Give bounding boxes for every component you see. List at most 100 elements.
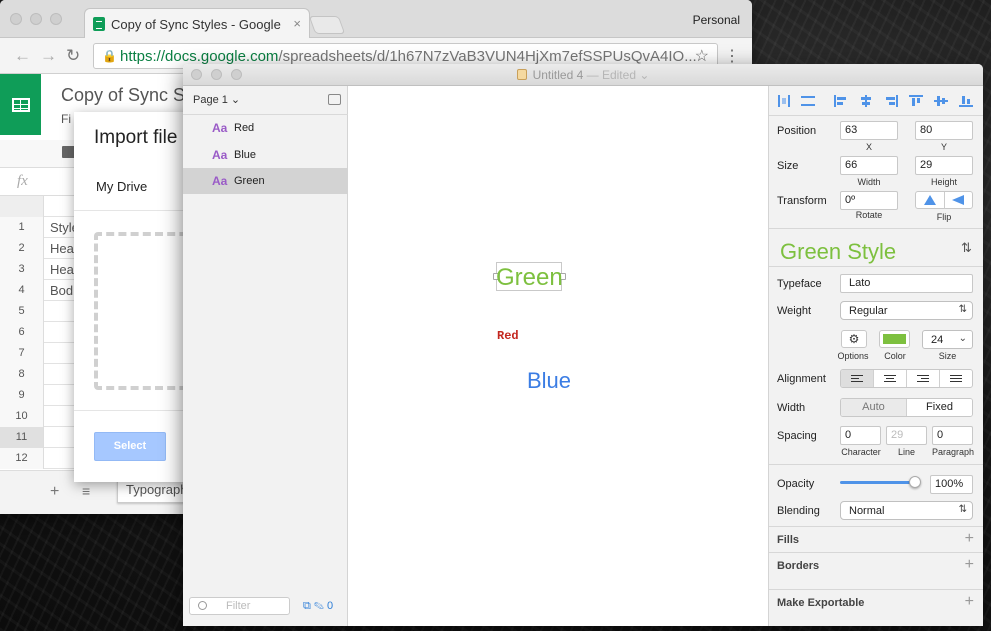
paragraph-spacing-field[interactable]: 0 [932,426,973,445]
flip-horizontal-icon[interactable] [924,195,936,205]
text-options-button[interactable]: ⚙ [841,330,867,348]
width-field[interactable]: 66 [840,156,898,175]
blending-dropdown[interactable]: Normal ⇅ [840,501,973,520]
zoom-window-button[interactable] [50,13,62,25]
character-spacing-field[interactable]: 0 [840,426,881,445]
align-middle-icon[interactable] [934,95,948,107]
typeface-label: Typeface [777,278,822,290]
typeface-field[interactable]: Lato [840,274,973,293]
auto-width-button[interactable]: Auto [841,399,906,416]
flip-label: Flip [936,212,952,222]
add-sheet-icon[interactable]: + [50,483,59,501]
color-well[interactable] [879,330,910,348]
close-window-button[interactable] [10,13,22,25]
row-number[interactable]: 4 [0,280,44,301]
fixed-width-button[interactable]: Fixed [906,399,972,416]
y-label: Y [940,142,947,152]
align-bottom-icon[interactable] [959,95,973,107]
select-button[interactable]: Select [94,432,166,461]
my-drive-tab[interactable]: My Drive [96,179,147,194]
width-mode-control: Auto Fixed [840,398,973,417]
flip-vertical-icon[interactable] [952,195,964,205]
text-align-right-button[interactable] [906,370,939,387]
file-menu[interactable]: Fi [61,112,71,126]
text-align-left-button[interactable] [841,370,873,387]
align-right-icon[interactable] [884,95,898,107]
reload-icon[interactable]: ↻ [66,46,80,66]
opacity-field[interactable]: 100% [930,475,973,494]
forward-arrow-icon[interactable]: → [40,46,57,66]
gear-icon: ⚙ [848,332,860,346]
line-label: Line [897,447,915,457]
height-field[interactable]: 29 [915,156,973,175]
canvas-text-blue[interactable]: Blue [527,368,571,394]
make-exportable-section[interactable]: Make Exportable + [769,589,983,626]
distribute-vertical-icon[interactable] [801,95,815,107]
all-sheets-icon[interactable]: ≡ [82,483,90,499]
row-number[interactable]: 11 [0,427,44,448]
align-top-icon[interactable] [909,95,923,107]
chrome-menu-icon[interactable]: ⋮ [724,46,740,66]
row-number[interactable] [0,196,44,217]
opacity-slider-track[interactable] [840,481,919,484]
borders-section[interactable]: Borders + [769,552,983,578]
layer-item-red[interactable]: Aa Red [183,115,348,141]
row-number[interactable]: 8 [0,364,44,385]
row-number[interactable]: 1 [0,217,44,238]
cell-value[interactable]: Bod [50,283,73,298]
align-center-icon[interactable] [859,95,873,107]
search-icon [198,601,207,610]
blending-label: Blending [777,505,820,517]
text-style-name[interactable]: Green Style [780,239,896,265]
minimize-window-button[interactable] [30,13,42,25]
cell-value[interactable]: Hea [50,241,74,256]
bookmark-star-icon[interactable]: ☆ [695,46,709,66]
new-tab-button[interactable] [308,16,346,34]
layer-item-blue[interactable]: Aa Blue [183,142,348,168]
row-number[interactable]: 5 [0,301,44,322]
distribute-horizontal-icon[interactable] [777,95,791,107]
layer-filter-input[interactable]: Filter [189,597,290,615]
row-number[interactable]: 9 [0,385,44,406]
y-field[interactable]: 80 [915,121,973,140]
row-number[interactable]: 12 [0,448,44,469]
justify-icon [950,375,962,384]
opacity-slider-handle[interactable] [909,476,921,488]
layer-item-green[interactable]: Aa Green [183,168,348,194]
add-export-icon: + [964,593,974,610]
profile-name[interactable]: Personal [693,13,740,27]
layer-options-icons[interactable]: ⧉ ✎ 0 [303,600,333,613]
x-field[interactable]: 63 [840,121,898,140]
tab-title: Copy of Sync Styles - Google S [111,17,283,32]
fills-section[interactable]: Fills + [769,526,983,552]
cell-value[interactable]: Hea [50,262,74,277]
browser-tab-sync-styles[interactable]: Copy of Sync Styles - Google S × [84,8,310,39]
canvas-text-red[interactable]: Red [497,329,519,343]
row-number[interactable]: 2 [0,238,44,259]
font-size-field[interactable]: 24 ⌄ [922,330,973,349]
tab-close-icon[interactable]: × [293,16,301,31]
align-left-icon[interactable] [834,95,848,107]
rotate-field[interactable]: 0º [840,191,898,210]
text-justify-button[interactable] [939,370,972,387]
text-layer-icon: Aa [212,148,228,162]
lock-icon: 🔒 [102,49,117,63]
back-arrow-icon[interactable]: ← [14,46,31,66]
color-label: Color [884,351,906,361]
row-number[interactable]: 10 [0,406,44,427]
row-number[interactable]: 6 [0,322,44,343]
artboard-canvas[interactable]: Green Red Blue [348,86,768,626]
line-height-field[interactable]: 29 [886,426,927,445]
weight-dropdown[interactable]: Regular ⇅ [840,301,973,320]
style-chooser-chevron-icon[interactable]: ⇅ [961,240,972,256]
pages-toggle-icon[interactable] [328,94,341,105]
sheets-logo-icon[interactable] [0,74,41,135]
url-text: https://docs.google.com/spreadsheets/d/1… [120,48,697,65]
page-selector[interactable]: Page 1 ⌄ [193,93,240,106]
flip-buttons [915,191,973,209]
canvas-text-green[interactable]: Green [496,264,563,292]
row-number[interactable]: 7 [0,343,44,364]
row-number[interactable]: 3 [0,259,44,280]
text-align-center-button[interactable] [873,370,906,387]
spreadsheet-title[interactable]: Copy of Sync S [61,85,185,106]
